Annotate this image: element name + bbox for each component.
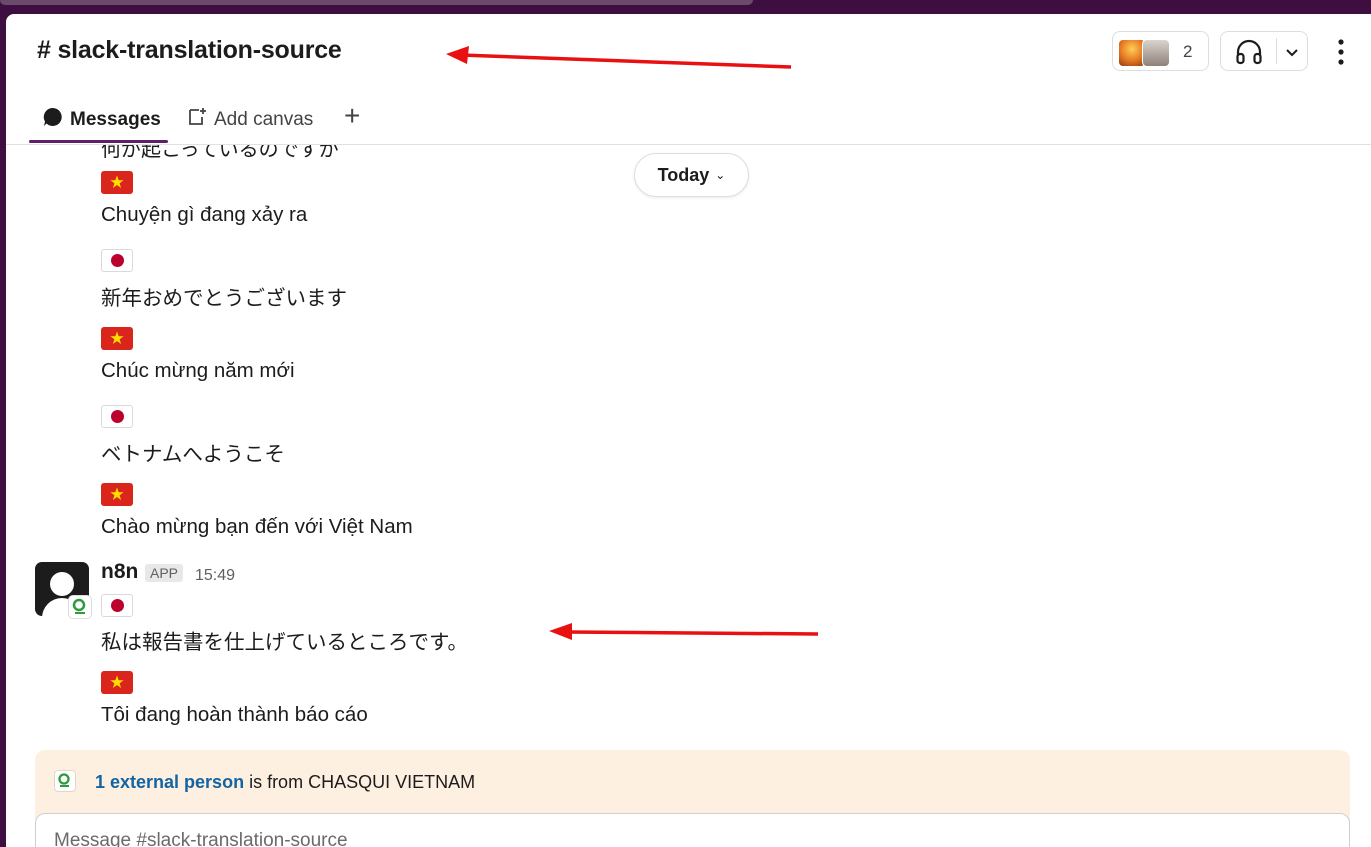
message-bubble-icon (42, 106, 64, 134)
message-list[interactable]: 何が起こっているのですか Chuyện gì đang xảy ra 新年おめで… (6, 145, 1371, 745)
message-composer[interactable] (35, 813, 1350, 847)
message-text: ベトナムへようこそ (101, 443, 285, 466)
tab-label: Messages (70, 109, 161, 130)
message-text: Chuyện gì đang xảy ra (101, 203, 308, 226)
headphones-icon (1235, 39, 1263, 70)
org-logo-icon (68, 595, 92, 619)
vn-flag-icon (101, 483, 133, 506)
jp-flag-icon (101, 249, 133, 272)
member-avatar (1142, 39, 1170, 67)
date-divider-button[interactable]: Today ⌄ (634, 153, 749, 197)
vn-flag-icon (101, 671, 133, 694)
external-banner-suffix: is from CHASQUI VIETNAM (244, 772, 476, 792)
active-tab-indicator (29, 140, 168, 143)
sender-name[interactable]: n8n (101, 560, 138, 584)
huddle-divider (1276, 38, 1277, 64)
channel-title[interactable]: # slack-translation-source (37, 36, 342, 65)
message-timestamp[interactable]: 15:49 (195, 567, 235, 585)
jp-flag-icon (101, 594, 133, 617)
avatar-head (50, 572, 74, 596)
channel-panel: # slack-translation-source 2 Messages Ad… (6, 14, 1371, 847)
message-text: Chào mừng bạn đến với Việt Nam (101, 515, 413, 538)
huddle-button[interactable] (1220, 31, 1308, 71)
app-badge: APP (145, 564, 184, 582)
date-divider-label: Today (657, 165, 710, 185)
tab-messages[interactable]: Messages (29, 106, 168, 143)
external-person-link[interactable]: 1 external person (95, 772, 244, 792)
message-text: Chúc mừng năm mới (101, 359, 295, 382)
more-options-icon[interactable] (1331, 37, 1351, 67)
vn-flag-icon (101, 171, 133, 194)
message-input[interactable] (54, 830, 954, 847)
member-count: 2 (1183, 42, 1193, 61)
annotation-arrow (549, 623, 819, 640)
members-button[interactable]: 2 (1112, 31, 1209, 71)
message-text: 新年おめでとうございます (101, 287, 347, 310)
canvas-icon (186, 106, 208, 134)
message-text: Tôi đang hoàn thành báo cáo (101, 703, 368, 726)
chevron-down-icon[interactable] (1285, 45, 1299, 63)
jp-flag-icon (101, 405, 133, 428)
chevron-down-icon: ⌄ (715, 168, 726, 182)
tab-add-canvas[interactable]: Add canvas (186, 106, 313, 134)
tab-label: Add canvas (214, 109, 314, 130)
org-logo-icon (54, 770, 76, 792)
message-text: 私は報告書を仕上げているところです。 (101, 631, 468, 654)
external-banner-text: 1 external person is from CHASQUI VIETNA… (95, 772, 475, 793)
top-search-bar[interactable] (0, 0, 753, 5)
vn-flag-icon (101, 327, 133, 350)
message-text-cutoff: 何が起こっているのですか (101, 145, 339, 161)
annotation-arrow (446, 46, 792, 69)
add-tab-button[interactable]: + (344, 100, 360, 132)
